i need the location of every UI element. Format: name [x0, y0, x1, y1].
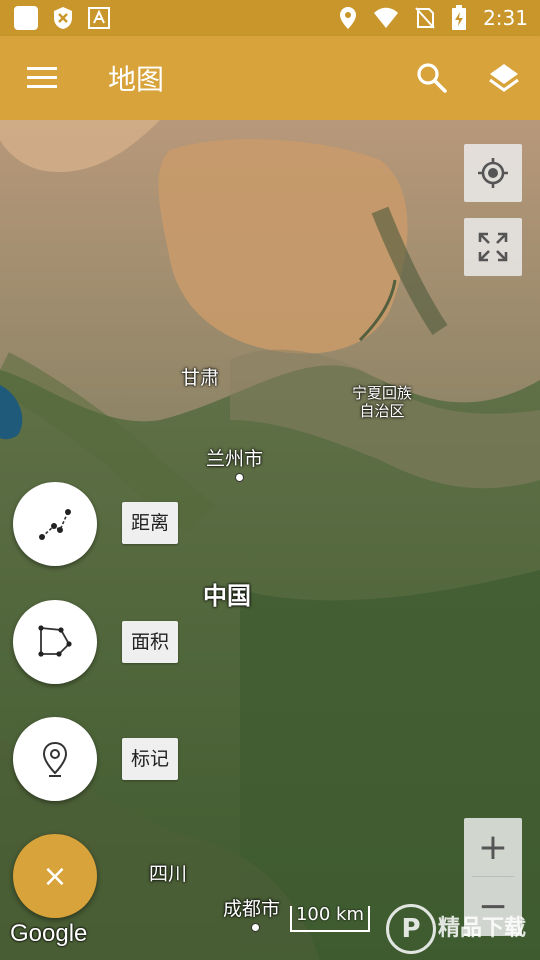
map-label-sichuan: 四川 [149, 863, 188, 885]
layers-icon[interactable] [486, 60, 522, 96]
fullscreen-button[interactable] [464, 218, 522, 276]
close-fab-button[interactable]: × [13, 834, 97, 918]
scale-label: 100 km [295, 904, 365, 925]
scale-bar: 100 km [290, 904, 370, 932]
distance-tool-button[interactable] [13, 482, 97, 566]
my-location-button[interactable] [464, 144, 522, 202]
marker-tool-button[interactable] [13, 717, 97, 801]
area-icon [38, 625, 72, 657]
map-label-ningxia-line1: 宁夏回族 [352, 384, 413, 402]
menu-icon[interactable] [24, 62, 60, 94]
no-sim-icon [415, 7, 435, 29]
search-icon[interactable] [414, 60, 450, 96]
distance-icon [39, 509, 71, 540]
shield-icon [54, 7, 72, 29]
location-icon [340, 7, 357, 29]
map-label-china: 中国 [203, 582, 251, 610]
map-label-ningxia: 宁夏回族 自治区 [352, 384, 412, 420]
map-view[interactable]: 甘肃 宁夏回族 自治区 兰州市 中国 四川 成都市 + − 距离 面积 标记 ×… [0, 120, 540, 960]
distance-tool-label[interactable]: 距离 [122, 502, 179, 544]
city-marker-chengdu [251, 923, 260, 932]
marker-icon [42, 741, 68, 777]
map-label-chengdu: 成都市 [223, 898, 281, 920]
translate-icon [88, 7, 110, 29]
fullscreen-icon [478, 232, 508, 262]
google-attribution: Google [10, 920, 88, 947]
watermark-text: 精品下载 [438, 916, 527, 941]
clock: 2:31 [483, 6, 528, 30]
watermark: P 精品下载 [386, 900, 536, 956]
watermark-logo: P [386, 904, 436, 954]
battery-charging-icon [452, 5, 467, 30]
area-tool-label[interactable]: 面积 [122, 621, 179, 663]
map-label-ningxia-line2: 自治区 [359, 402, 405, 420]
wifi-icon [374, 7, 399, 28]
map-label-gansu: 甘肃 [181, 367, 220, 389]
app-square-icon [14, 6, 38, 30]
map-label-lanzhou: 兰州市 [206, 448, 264, 470]
page-title: 地图 [108, 63, 165, 96]
marker-tool-label[interactable]: 标记 [122, 738, 179, 780]
city-marker-lanzhou [235, 473, 244, 482]
area-tool-button[interactable] [13, 600, 97, 684]
app-bar: 地图 [0, 36, 540, 120]
status-bar: 2:31 [0, 0, 540, 36]
zoom-in-button[interactable]: + [464, 818, 522, 876]
my-location-icon [478, 158, 508, 188]
